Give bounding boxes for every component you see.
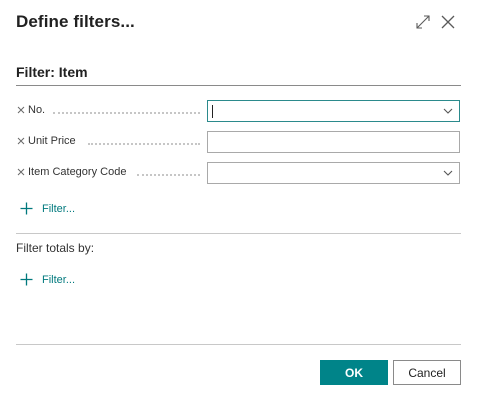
plus-icon <box>20 202 33 215</box>
filter-row-item-category-code: Item Category Code <box>16 162 462 185</box>
dialog-title: Define filters... <box>16 12 135 31</box>
text-caret <box>212 105 213 118</box>
section-divider <box>16 233 461 234</box>
chevron-down-icon[interactable] <box>443 108 453 115</box>
filter-input-no[interactable] <box>207 100 460 122</box>
remove-filter-icon[interactable] <box>16 135 26 147</box>
filter-label-no: No. <box>28 104 46 116</box>
remove-filter-icon[interactable] <box>16 166 26 178</box>
remove-filter-icon[interactable] <box>16 104 26 116</box>
leader-dots <box>53 112 200 114</box>
expand-diagonal-icon[interactable] <box>415 14 431 30</box>
leader-dots <box>88 143 200 145</box>
add-totals-filter-label: Filter... <box>42 273 76 286</box>
close-icon[interactable] <box>440 14 456 30</box>
ok-button[interactable]: OK <box>320 360 388 385</box>
section-underline <box>16 85 461 86</box>
chevron-down-icon[interactable] <box>443 170 453 177</box>
add-filter-button[interactable]: Filter... <box>20 202 75 215</box>
filter-section-title: Filter: Item <box>16 64 88 80</box>
filter-input-item-category-code[interactable] <box>207 162 460 184</box>
cancel-button[interactable]: Cancel <box>393 360 461 385</box>
add-filter-label: Filter... <box>42 202 76 215</box>
filter-label-item-category-code: Item Category Code <box>28 166 127 178</box>
footer-divider <box>16 344 461 345</box>
define-filters-dialog: Define filters... Filter: Item No. Unit … <box>0 0 478 401</box>
leader-dots <box>137 174 200 176</box>
filter-row-unit-price: Unit Price <box>16 131 462 154</box>
filter-totals-title: Filter totals by: <box>16 241 95 255</box>
plus-icon <box>20 273 33 286</box>
filter-input-unit-price[interactable] <box>207 131 460 153</box>
filter-row-no: No. <box>16 100 462 123</box>
filter-label-unit-price: Unit Price <box>28 135 76 147</box>
add-totals-filter-button[interactable]: Filter... <box>20 273 75 286</box>
